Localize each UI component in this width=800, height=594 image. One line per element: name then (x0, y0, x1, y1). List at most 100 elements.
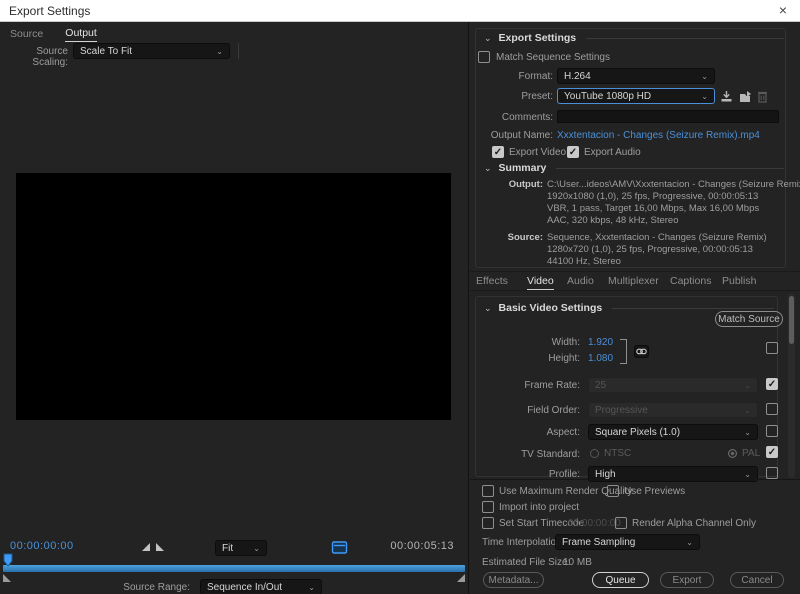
summary-source-block: Sequence, Xxxtentacion - Changes (Seizur… (547, 232, 767, 268)
tab-output[interactable]: Output (65, 27, 97, 42)
width-label: Width: (500, 337, 580, 348)
timeline-scrubber[interactable] (3, 565, 465, 572)
range-end-handle[interactable] (457, 574, 465, 582)
duration-timecode: 00:00:05:13 (390, 540, 454, 552)
tab-effects[interactable]: Effects (476, 275, 508, 289)
match-sequence-label: Match Sequence Settings (496, 52, 610, 63)
chevron-down-icon: ⌄ (701, 92, 708, 101)
source-range-value: Sequence In/Out (207, 582, 282, 593)
set-start-timecode-checkbox[interactable] (482, 517, 494, 529)
playhead[interactable] (2, 553, 14, 571)
summary-title: Summary (499, 162, 547, 174)
tv-standard-checkbox[interactable] (766, 446, 778, 458)
summary-output-label: Output: (475, 179, 543, 190)
export-video-checkbox[interactable] (492, 146, 504, 158)
collapse-icon[interactable]: ⌄ (484, 33, 492, 44)
window-titlebar: Export Settings × (0, 0, 800, 22)
delete-preset-icon[interactable] (757, 90, 768, 106)
crop-output-icon[interactable] (331, 540, 348, 558)
source-scaling-label: Source Scaling: (0, 46, 68, 68)
export-audio-label: Export Audio (584, 147, 641, 158)
header-rule (612, 308, 774, 309)
tab-publish[interactable]: Publish (722, 275, 756, 289)
range-start-handle[interactable] (3, 574, 11, 582)
estimated-file-size-value: 10 MB (563, 557, 592, 568)
use-previews-label: Use Previews (624, 486, 685, 497)
width-height-checkbox[interactable] (766, 342, 778, 354)
format-dropdown[interactable]: H.264 ⌄ (557, 68, 715, 84)
export-settings-window: Export Settings × Source Output Source S… (0, 0, 800, 594)
import-into-project-label: Import into project (499, 502, 579, 513)
profile-checkbox[interactable] (766, 467, 778, 479)
import-preset-icon[interactable] (738, 90, 752, 106)
summary-line: 1280x720 (1,0), 25 fps, Progressive, 00:… (547, 244, 767, 256)
import-into-project-checkbox[interactable] (482, 501, 494, 513)
source-scaling-dropdown[interactable]: Scale To Fit ⌄ (73, 43, 230, 59)
aspect-checkbox[interactable] (766, 425, 778, 437)
pal-radio[interactable] (728, 449, 737, 458)
cancel-button[interactable]: Cancel (730, 572, 784, 588)
divider (470, 271, 800, 272)
header-rule (556, 168, 784, 169)
export-settings-title: Export Settings (499, 32, 577, 44)
current-timecode[interactable]: 00:00:00:00 (10, 540, 74, 552)
render-alpha-checkbox[interactable] (615, 517, 627, 529)
export-button[interactable]: Export (660, 572, 714, 588)
summary-line: C:\User...ideos\AMV\Xxxtentacion - Chang… (547, 179, 800, 191)
queue-button[interactable]: Queue (592, 572, 649, 588)
format-value: H.264 (564, 71, 591, 82)
set-out-point-icon[interactable] (156, 543, 164, 551)
field-order-checkbox[interactable] (766, 403, 778, 415)
width-value[interactable]: 1.920 (588, 337, 613, 348)
aspect-dropdown[interactable]: Square Pixels (1.0) ⌄ (588, 424, 758, 440)
preset-dropdown[interactable]: YouTube 1080p HD ⌄ (557, 88, 715, 104)
summary-line: Sequence, Xxxtentacion - Changes (Seizur… (547, 232, 767, 244)
tab-multiplexer[interactable]: Multiplexer (608, 275, 659, 289)
chevron-down-icon: ⌄ (744, 470, 751, 479)
settings-scrollbar[interactable] (788, 294, 795, 478)
field-order-value: Progressive (595, 405, 648, 416)
use-max-render-checkbox[interactable] (482, 485, 494, 497)
use-previews-checkbox[interactable] (607, 485, 619, 497)
zoom-level-dropdown[interactable]: Fit ⌄ (215, 540, 267, 556)
tab-video[interactable]: Video (527, 275, 554, 290)
match-sequence-checkbox[interactable] (478, 51, 490, 63)
save-preset-icon[interactable] (720, 90, 733, 106)
height-value[interactable]: 1.080 (588, 353, 613, 364)
comments-label: Comments: (475, 112, 553, 123)
chevron-down-icon: ⌄ (253, 544, 260, 553)
metadata-button[interactable]: Metadata... (483, 572, 544, 588)
scrollbar-thumb[interactable] (789, 296, 794, 344)
start-timecode-value: 00:00:00:00 (568, 518, 621, 529)
link-dimensions-toggle[interactable] (634, 345, 649, 358)
ntsc-radio[interactable] (590, 449, 599, 458)
frame-rate-dropdown: 25 ⌄ (588, 377, 758, 393)
ntsc-radio-group[interactable]: NTSC (590, 448, 631, 459)
pal-radio-group[interactable]: PAL (728, 448, 760, 459)
tab-source[interactable]: Source (10, 28, 43, 42)
chevron-down-icon: ⌄ (744, 406, 751, 415)
output-name-link[interactable]: Xxxtentacion - Changes (Seizure Remix).m… (557, 130, 760, 141)
field-order-label: Field Order: (500, 405, 580, 416)
chevron-down-icon: ⌄ (686, 538, 693, 547)
collapse-icon[interactable]: ⌄ (484, 303, 492, 314)
set-in-point-icon[interactable] (142, 543, 150, 551)
frame-rate-checkbox[interactable] (766, 378, 778, 390)
collapse-icon[interactable]: ⌄ (484, 163, 492, 174)
output-name-label: Output Name: (475, 130, 553, 141)
dialog-body: Source Output Source Scaling: Scale To F… (0, 22, 800, 594)
export-audio-checkbox[interactable] (567, 146, 579, 158)
comments-input[interactable] (557, 110, 779, 123)
source-range-dropdown[interactable]: Sequence In/Out ⌄ (200, 579, 322, 594)
dimension-bracket (620, 339, 627, 364)
source-range-label: Source Range: (60, 582, 190, 593)
time-interpolation-dropdown[interactable]: Frame Sampling ⌄ (555, 534, 700, 550)
tab-captions[interactable]: Captions (670, 275, 711, 289)
export-video-label: Export Video (509, 147, 566, 158)
close-icon[interactable]: × (779, 2, 787, 18)
tab-audio[interactable]: Audio (567, 275, 594, 289)
estimated-file-size-label: Estimated File Size: (482, 557, 570, 568)
tv-standard-label: TV Standard: (500, 449, 580, 460)
match-source-button[interactable]: Match Source (715, 311, 783, 327)
divider (470, 479, 800, 480)
